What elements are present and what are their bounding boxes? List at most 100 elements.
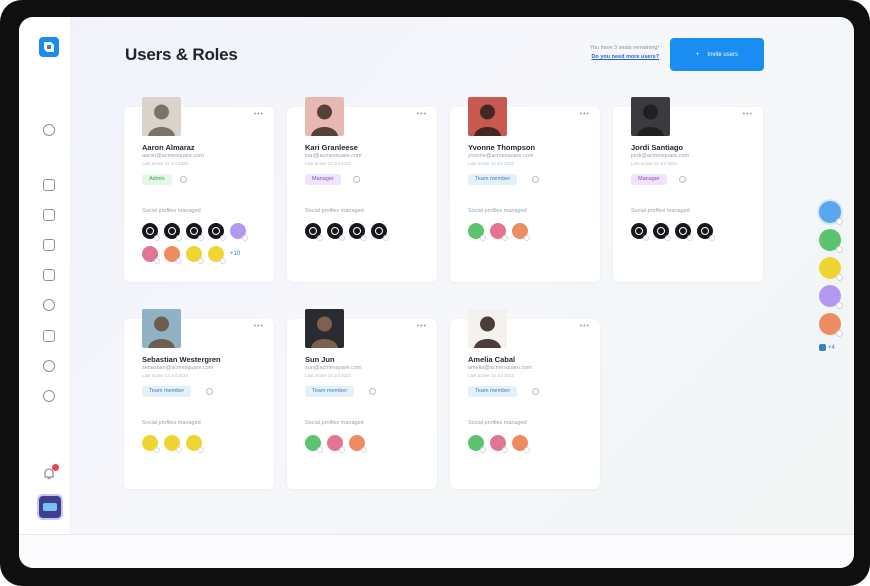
- network-badge-icon: [339, 235, 345, 241]
- black-social-profile-icon[interactable]: [349, 223, 367, 241]
- more-options-icon[interactable]: •••: [254, 111, 264, 118]
- yellow-social-profile-icon[interactable]: [819, 257, 843, 281]
- social-profiles-row: [142, 435, 204, 453]
- user-card[interactable]: ••• Jordi Santiago jordi@acmesquare.com Las…: [613, 97, 763, 282]
- blue-social-profile-icon[interactable]: [819, 201, 843, 225]
- black-social-profile-icon[interactable]: [675, 223, 693, 241]
- orange-social-profile-icon[interactable]: [512, 223, 530, 241]
- more-options-icon[interactable]: •••: [417, 323, 427, 330]
- yellow-social-profile-icon[interactable]: [186, 435, 204, 453]
- network-badge-icon: [643, 235, 649, 241]
- black-social-profile-icon[interactable]: [653, 223, 671, 241]
- black-social-profile-icon[interactable]: [327, 223, 345, 241]
- role-badge[interactable]: Team member: [468, 174, 518, 185]
- pink-social-profile-icon[interactable]: [142, 246, 160, 264]
- user-name: Kari Granleese: [305, 143, 358, 152]
- pink-social-profile-icon[interactable]: [490, 435, 508, 453]
- user-name: Aaron Almaraz: [142, 143, 195, 152]
- role-badge[interactable]: Manager: [631, 174, 667, 185]
- black-social-profile-icon[interactable]: [305, 223, 323, 241]
- orange-social-profile-icon[interactable]: [349, 435, 367, 453]
- media-icon[interactable]: [43, 269, 55, 281]
- black-social-profile-icon[interactable]: [371, 223, 389, 241]
- user-photo: [142, 309, 181, 348]
- analytics-icon[interactable]: [43, 209, 55, 221]
- black-social-profile-icon[interactable]: [164, 223, 182, 241]
- role-badge[interactable]: Team member: [468, 386, 518, 397]
- purple-social-profile-icon[interactable]: [230, 223, 248, 241]
- social-profiles-row: [468, 435, 530, 453]
- app-logo[interactable]: [39, 37, 59, 57]
- user-card[interactable]: ••• Amelia Cabal amelia@acmesquare.com Last…: [450, 309, 600, 489]
- user-card[interactable]: ••• Sun Jun sun@acmesquare.com Last active …: [287, 309, 437, 489]
- user-email: sun@acmesquare.com: [305, 365, 362, 371]
- black-social-profile-icon[interactable]: [631, 223, 649, 241]
- orange-social-profile-icon[interactable]: [512, 435, 530, 453]
- yellow-social-profile-icon[interactable]: [208, 246, 226, 264]
- network-badge-icon: [361, 235, 367, 241]
- clock-icon: [532, 388, 539, 395]
- logo-icon: [44, 42, 54, 52]
- purple-social-profile-icon[interactable]: [819, 285, 843, 309]
- clock-icon[interactable]: [43, 124, 55, 136]
- green-social-profile-icon[interactable]: [305, 435, 323, 453]
- social-profiles-label: Social profiles managed: [305, 420, 364, 426]
- network-badge-icon: [665, 235, 671, 241]
- network-badge-icon: [176, 235, 182, 241]
- network-badge-icon: [836, 246, 843, 253]
- more-options-icon[interactable]: •••: [254, 323, 264, 330]
- more-profiles-indicator[interactable]: +4: [819, 344, 835, 351]
- green-social-profile-icon[interactable]: [819, 229, 843, 253]
- app-screen: Users & Roles You have 3 seats remaining…: [19, 17, 854, 568]
- network-badge-icon: [242, 235, 248, 241]
- settings-icon[interactable]: [43, 390, 55, 402]
- more-profiles-count: +4: [828, 344, 835, 351]
- network-badge-icon: [198, 235, 204, 241]
- social-profiles-row: [305, 435, 367, 453]
- more-options-icon[interactable]: •••: [580, 323, 590, 330]
- green-social-profile-icon[interactable]: [468, 435, 486, 453]
- more-options-icon[interactable]: •••: [417, 111, 427, 118]
- more-profiles-count[interactable]: +10: [230, 246, 240, 262]
- yellow-social-profile-icon[interactable]: [164, 435, 182, 453]
- pink-social-profile-icon[interactable]: [327, 435, 345, 453]
- network-badge-icon: [154, 235, 160, 241]
- orange-social-profile-icon[interactable]: [819, 313, 843, 337]
- more-options-icon[interactable]: •••: [580, 111, 590, 118]
- black-social-profile-icon[interactable]: [186, 223, 204, 241]
- user-card[interactable]: ••• Sebastian Westergren sebastian@acmesqu…: [124, 309, 274, 489]
- black-social-profile-icon[interactable]: [697, 223, 715, 241]
- social-profiles-label: Social profiles managed: [468, 208, 527, 214]
- user-card[interactable]: ••• Kari Granleese kari@acmesquare.com Last…: [287, 97, 437, 282]
- social-profiles-label: Social profiles managed: [142, 208, 201, 214]
- invite-users-button[interactable]: + Invite users: [670, 38, 764, 71]
- comment-icon[interactable]: [43, 360, 55, 372]
- role-badge[interactable]: Manager: [305, 174, 341, 185]
- more-options-icon[interactable]: •••: [743, 111, 753, 118]
- social-profiles-label: Social profiles managed: [631, 208, 690, 214]
- calendar-icon[interactable]: [43, 179, 55, 191]
- role-badge[interactable]: Admin: [142, 174, 172, 185]
- role-badge[interactable]: Team member: [142, 386, 192, 397]
- current-user-avatar[interactable]: [37, 494, 63, 520]
- network-badge-icon: [317, 235, 323, 241]
- user-card[interactable]: ••• Yvonne Thompson yvonne@acmesquare.com L…: [450, 97, 600, 282]
- yellow-social-profile-icon[interactable]: [186, 246, 204, 264]
- chat-icon[interactable]: [43, 299, 55, 311]
- green-social-profile-icon[interactable]: [468, 223, 486, 241]
- need-more-users-link[interactable]: Do you need more users?: [559, 53, 659, 62]
- role-badge[interactable]: Team member: [305, 386, 355, 397]
- black-social-profile-icon[interactable]: [142, 223, 160, 241]
- black-social-profile-icon[interactable]: [208, 223, 226, 241]
- yellow-social-profile-icon[interactable]: [142, 435, 160, 453]
- user-photo: [142, 97, 181, 136]
- library-icon[interactable]: [43, 330, 55, 342]
- compose-icon[interactable]: [43, 239, 55, 251]
- social-profiles-label: Social profiles managed: [305, 208, 364, 214]
- user-card[interactable]: ••• Aaron Almaraz aaron@acmesquare.com Last…: [124, 97, 274, 282]
- orange-social-profile-icon[interactable]: [164, 246, 182, 264]
- pink-social-profile-icon[interactable]: [490, 223, 508, 241]
- user-email: sebastian@acmesquare.com: [142, 365, 214, 371]
- left-sidebar: [19, 17, 71, 537]
- social-profiles-label: Social profiles managed: [142, 420, 201, 426]
